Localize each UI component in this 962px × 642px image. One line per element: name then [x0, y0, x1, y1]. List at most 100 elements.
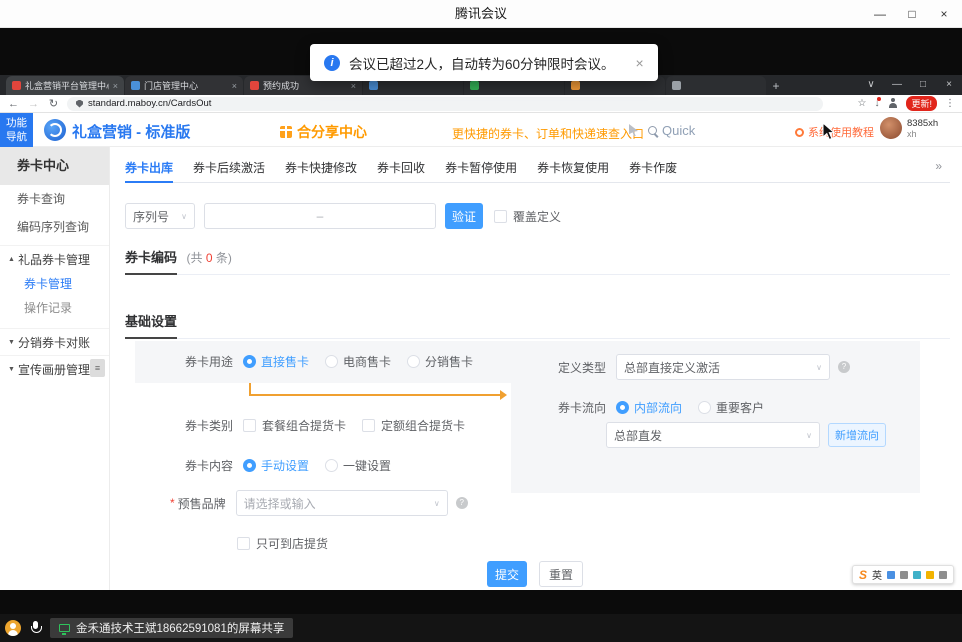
verify-button[interactable]: 验证 — [445, 203, 483, 229]
usage-option-direct[interactable]: 直接售卡 — [243, 353, 309, 370]
share-center-link[interactable]: 合分享中心 — [280, 122, 367, 142]
usage-option-distribution[interactable]: 分销售卡 — [407, 353, 473, 370]
chevron-down-icon[interactable]: ∨ — [858, 75, 884, 95]
quick-search-button[interactable]: Quick — [648, 123, 695, 138]
tab-close-icon[interactable]: × — [351, 81, 356, 91]
browser-close-icon[interactable]: × — [936, 75, 962, 95]
basic-settings-title: 基础设置 — [125, 311, 177, 339]
tab-card-resume[interactable]: 券卡恢复使用 — [537, 155, 609, 183]
tab-favicon — [672, 81, 681, 90]
radio-icon[interactable] — [325, 459, 338, 472]
card-tabs: 券卡出库 券卡后续激活 券卡快捷修改 券卡回收 券卡暂停使用 券卡恢复使用 券卡… — [125, 155, 950, 183]
help-icon[interactable]: ? — [838, 361, 850, 373]
back-icon[interactable]: ← — [7, 98, 20, 110]
minimize-icon[interactable]: — — [864, 0, 896, 28]
browser-maximize-icon[interactable]: □ — [910, 75, 936, 95]
flow-option-vip[interactable]: 重要客户 — [698, 399, 764, 416]
browser-tab-active[interactable]: 礼盒营销平台管理中心 × — [6, 76, 124, 95]
tab-close-icon[interactable]: × — [232, 81, 237, 91]
keyboard-icon[interactable] — [900, 571, 908, 579]
sidebar-drag-handle[interactable]: ≡ — [90, 359, 105, 377]
tab-favicon — [131, 81, 140, 90]
ime-toolbar: S 英 — [852, 565, 954, 584]
refresh-icon[interactable]: ↻ — [47, 97, 60, 110]
sidebar-item-code-query[interactable]: 编码序列查询 — [0, 213, 109, 241]
sogou-logo-icon[interactable]: S — [859, 568, 867, 582]
radio-selected-icon[interactable] — [243, 459, 256, 472]
sidebar-group-gift-cards[interactable]: ▲ 礼品券卡管理 — [0, 245, 109, 272]
sidebar-item-card-query[interactable]: 券卡查询 — [0, 185, 109, 213]
radio-icon[interactable] — [698, 401, 711, 414]
flow-target-select[interactable]: 总部直发 ∨ — [606, 422, 820, 448]
add-flow-button[interactable]: 新增流向 — [828, 423, 886, 447]
tab-card-outbound[interactable]: 券卡出库 — [125, 155, 173, 183]
serial-type-select[interactable]: 序列号 ∨ — [125, 203, 195, 229]
flow-option-internal[interactable]: 内部流向 — [616, 399, 682, 416]
override-checkbox-group: 覆盖定义 — [494, 208, 561, 225]
radio-selected-icon[interactable] — [616, 401, 629, 414]
toast-close-icon[interactable]: × — [636, 55, 644, 71]
tab-card-activate[interactable]: 券卡后续激活 — [193, 155, 265, 183]
serial-select-value: 序列号 — [133, 208, 169, 225]
quick-entry-link[interactable]: 更快捷的券卡、订单和快递速查入口 — [452, 125, 644, 142]
tab-card-recycle[interactable]: 券卡回收 — [377, 155, 425, 183]
ime-language-label[interactable]: 英 — [872, 567, 882, 582]
store-only-checkbox[interactable] — [237, 537, 250, 550]
browser-minimize-icon[interactable]: — — [884, 75, 910, 95]
content-option-label: 手动设置 — [261, 457, 309, 474]
download-icon[interactable]: ↓ — [874, 98, 879, 109]
browser-tab[interactable]: 门店管理中心 × — [125, 76, 243, 95]
checkbox-icon[interactable] — [243, 419, 256, 432]
update-button[interactable]: 更新! — [906, 96, 937, 111]
card-usage-row: 券卡用途 直接售卡 电商售卡 分销售卡 — [185, 353, 489, 370]
content-option-manual[interactable]: 手动设置 — [243, 457, 309, 474]
help-icon[interactable]: ? — [456, 497, 468, 509]
toolbox-icon[interactable] — [926, 571, 934, 579]
profile-icon[interactable] — [887, 98, 898, 109]
presale-brand-row: * 预售品牌 请选择或输入 ∨ ? — [170, 490, 468, 516]
forward-icon[interactable]: → — [27, 98, 40, 110]
maximize-icon[interactable]: □ — [896, 0, 928, 28]
bookmark-star-icon[interactable]: ☆ — [858, 98, 867, 109]
browser-tab[interactable] — [666, 76, 766, 95]
presenter-avatar-icon — [5, 620, 21, 636]
store-only-row[interactable]: 只可到店提货 — [237, 535, 328, 552]
share-center-label: 合分享中心 — [297, 122, 367, 142]
mouse-cursor — [822, 122, 835, 146]
sidebar-item-op-record[interactable]: 操作记录 — [0, 296, 109, 320]
menu-icon[interactable]: ⋮ — [945, 98, 955, 109]
clipboard-icon[interactable] — [913, 571, 921, 579]
radio-icon[interactable] — [325, 355, 338, 368]
sidebar-item-card-manage[interactable]: 券卡管理 — [0, 272, 109, 296]
function-nav-line2: 导航 — [0, 130, 33, 144]
tab-card-void[interactable]: 券卡作废 — [629, 155, 677, 183]
category-option-package[interactable]: 套餐组合提货卡 — [243, 417, 346, 434]
override-checkbox[interactable] — [494, 210, 507, 223]
tabs-more-icon[interactable]: » — [935, 159, 942, 173]
presale-brand-select[interactable]: 请选择或输入 ∨ — [236, 490, 448, 516]
flow-option-label: 重要客户 — [716, 399, 764, 416]
user-account[interactable]: 8385xh xh — [880, 117, 938, 139]
radio-selected-icon[interactable] — [243, 355, 256, 368]
tab-card-pause[interactable]: 券卡暂停使用 — [445, 155, 517, 183]
category-option-fixed[interactable]: 定额组合提货卡 — [362, 417, 465, 434]
content-option-onekey[interactable]: 一键设置 — [325, 457, 391, 474]
radio-icon[interactable] — [407, 355, 420, 368]
define-type-select[interactable]: 总部直接定义激活 ∨ — [616, 354, 830, 380]
url-text: standard.maboy.cn/CardsOut — [88, 98, 211, 109]
close-icon[interactable]: × — [928, 0, 960, 28]
mic-icon[interactable] — [887, 571, 895, 579]
function-nav-button[interactable]: 功能 导航 — [0, 113, 33, 147]
new-tab-button[interactable]: + — [767, 77, 785, 95]
reset-button[interactable]: 重置 — [539, 561, 583, 587]
tab-close-icon[interactable]: × — [113, 81, 118, 91]
usage-option-ecommerce[interactable]: 电商售卡 — [325, 353, 391, 370]
tab-card-quick-edit[interactable]: 券卡快捷修改 — [285, 155, 357, 183]
checkbox-icon[interactable] — [362, 419, 375, 432]
microphone-icon[interactable] — [29, 620, 42, 636]
settings-icon[interactable] — [939, 571, 947, 579]
url-input[interactable]: standard.maboy.cn/CardsOut — [67, 97, 823, 111]
submit-button[interactable]: 提交 — [487, 561, 527, 587]
sidebar-group-distribution[interactable]: ▼ 分销券卡对账 — [0, 328, 109, 355]
serial-range-input[interactable] — [204, 203, 436, 229]
